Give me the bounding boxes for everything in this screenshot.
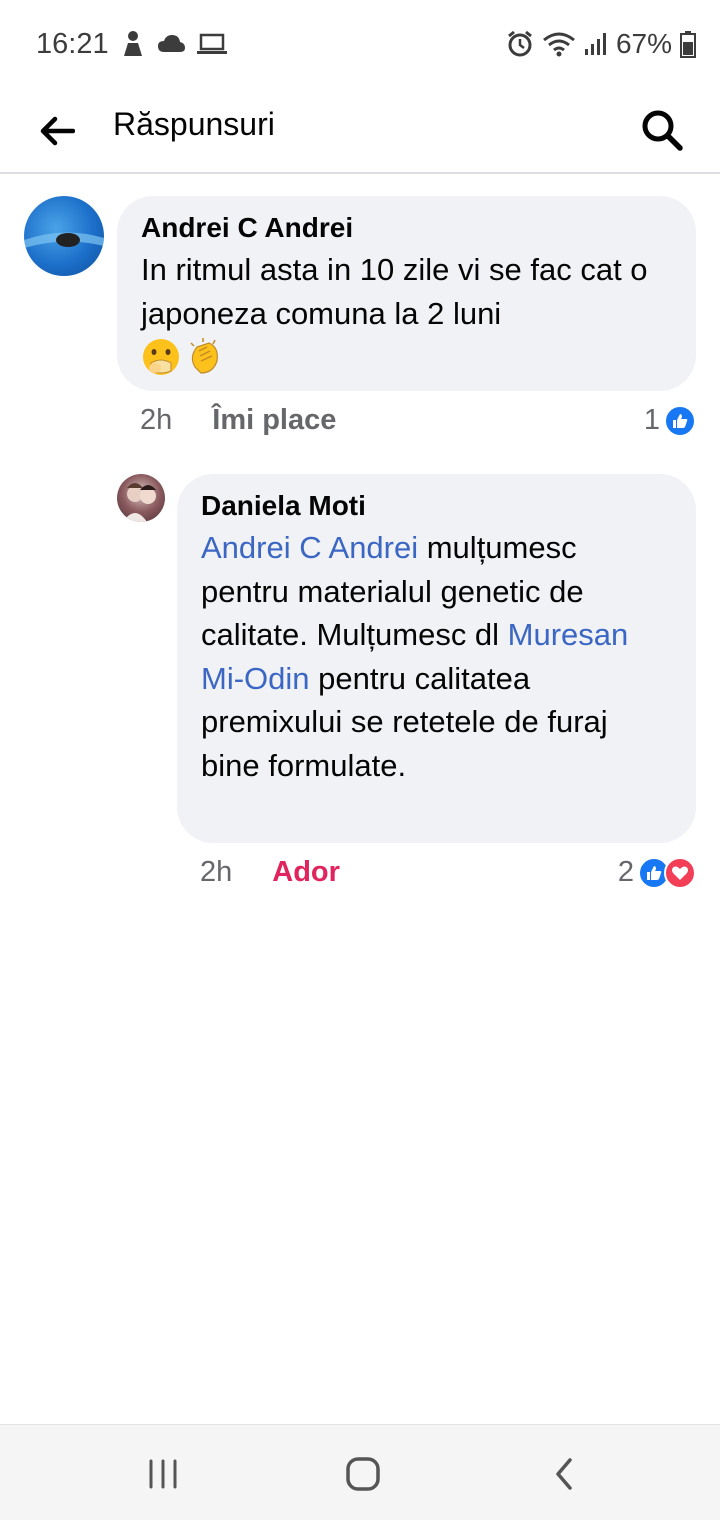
reaction-summary[interactable]: 2: [618, 856, 696, 889]
comment-meta: 2h Ador: [200, 856, 340, 889]
face-with-hand-over-mouth-icon: [143, 339, 179, 375]
emoji-row: [141, 337, 672, 377]
signal-icon: [584, 33, 606, 55]
comment-author[interactable]: Daniela Moti: [201, 488, 672, 524]
home-button[interactable]: [338, 1449, 388, 1499]
comment-text: In ritmul asta in 10 zile vi se fac cat …: [141, 252, 648, 331]
system-back-button[interactable]: [540, 1449, 590, 1499]
battery-icon: [680, 31, 696, 58]
recent-apps-button[interactable]: [138, 1449, 188, 1499]
person-icon: [124, 31, 142, 56]
status-bar: 16:21 67%: [0, 0, 720, 90]
arrow-left-icon: [40, 116, 75, 146]
back-button[interactable]: [30, 104, 84, 158]
status-time: 16:21: [36, 28, 109, 60]
thumbs-up-icon: [664, 404, 696, 437]
avatar-photo: [24, 232, 104, 248]
cloud-icon: [158, 35, 185, 52]
reaction-count: 2: [617, 856, 634, 888]
comment-meta: 2h Îmi place: [140, 404, 336, 437]
comment-bubble[interactable]: Andrei C Andrei In ritmul asta in 10 zil…: [117, 196, 696, 391]
battery-percent: 67%: [615, 28, 672, 59]
status-notification-icons: [120, 30, 228, 58]
avatar[interactable]: [24, 196, 104, 276]
status-system-icons: 67%: [506, 28, 696, 60]
comment-author[interactable]: Andrei C Andrei: [141, 210, 672, 246]
avatar[interactable]: [117, 474, 165, 522]
avatar-photo: [123, 483, 156, 522]
page-title: Răspunsuri: [113, 106, 275, 142]
love-reaction-button[interactable]: Ador: [272, 856, 340, 889]
wifi-icon: [543, 32, 575, 57]
mention-link[interactable]: Andrei C Andrei: [201, 530, 418, 565]
clapping-hands-icon: [190, 338, 218, 374]
app-bar: Răspunsuri: [0, 90, 720, 174]
search-button[interactable]: [634, 102, 690, 158]
search-icon: [642, 110, 683, 151]
heart-icon: [664, 856, 696, 889]
reaction-count: 1: [643, 404, 660, 436]
laptop-icon: [197, 33, 227, 54]
recent-apps-icon: [149, 1459, 177, 1489]
chevron-left-icon: [556, 1458, 572, 1490]
home-icon: [346, 1457, 380, 1491]
comment-time[interactable]: 2h: [140, 404, 172, 437]
system-nav-bar: [0, 1424, 720, 1520]
like-button[interactable]: Îmi place: [212, 404, 336, 437]
comment-bubble[interactable]: Daniela Moti Andrei C Andrei mulțumesc p…: [177, 474, 696, 843]
reaction-summary[interactable]: 1: [644, 404, 696, 437]
alarm-icon: [508, 30, 532, 57]
comment-time[interactable]: 2h: [200, 856, 232, 889]
comment-text: Andrei C Andrei mulțumesc pentru materia…: [201, 526, 672, 787]
